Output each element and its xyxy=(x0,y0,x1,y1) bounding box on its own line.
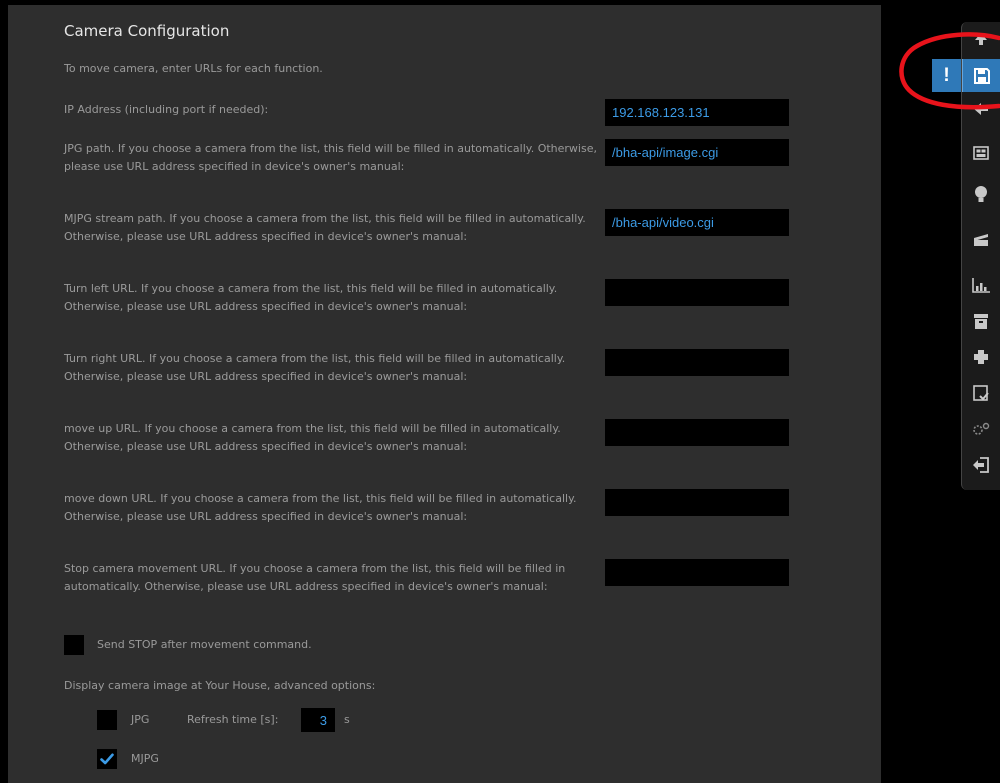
intro-text: To move camera, enter URLs for each func… xyxy=(64,62,323,75)
ip-address-input[interactable] xyxy=(605,99,789,126)
lighting-button[interactable] xyxy=(961,178,1000,211)
jpg-path-label: JPG path. If you choose a camera from th… xyxy=(64,142,597,173)
gallery-button[interactable] xyxy=(961,136,1000,169)
send-stop-checkbox[interactable] xyxy=(64,635,84,655)
logout-icon xyxy=(972,456,989,473)
send-stop-label: Send STOP after movement command. xyxy=(97,638,312,651)
statistics-button[interactable] xyxy=(961,268,1000,301)
jpg-option-label: JPG xyxy=(131,713,150,726)
display-options-heading: Display camera image at Your House, adva… xyxy=(64,679,376,692)
scenes-button[interactable] xyxy=(961,222,1000,255)
image-gallery-icon xyxy=(972,145,989,160)
puzzle-icon xyxy=(973,349,988,364)
page-title: Camera Configuration xyxy=(64,22,230,40)
stop-movement-label: Stop camera movement URL. If you choose … xyxy=(64,562,566,593)
calendar-check-icon xyxy=(972,384,989,401)
schedule-button[interactable] xyxy=(961,376,1000,409)
settings-button[interactable] xyxy=(961,412,1000,445)
jpg-path-input[interactable] xyxy=(605,139,789,166)
refresh-time-label: Refresh time [s]: xyxy=(187,713,279,726)
move-up-input[interactable] xyxy=(605,419,789,446)
mjpg-checkbox[interactable] xyxy=(97,749,117,769)
clapperboard-icon xyxy=(973,233,988,246)
move-down-label: move down URL. If you choose a camera fr… xyxy=(64,492,577,523)
turn-right-input[interactable] xyxy=(605,349,789,376)
refresh-time-input[interactable] xyxy=(301,708,335,732)
refresh-unit-label: s xyxy=(344,713,350,726)
check-icon xyxy=(100,753,114,765)
stop-movement-input[interactable] xyxy=(605,559,789,586)
mjpg-option-label: MJPG xyxy=(131,752,159,765)
turn-left-input[interactable] xyxy=(605,279,789,306)
mjpg-path-label: MJPG stream path. If you choose a camera… xyxy=(64,212,586,243)
bulb-icon xyxy=(974,185,987,202)
turn-left-label: Turn left URL. If you choose a camera fr… xyxy=(64,282,558,313)
jpg-checkbox[interactable] xyxy=(97,710,117,730)
archive-box-icon xyxy=(973,313,988,329)
mjpg-path-input[interactable] xyxy=(605,209,789,236)
move-down-input[interactable] xyxy=(605,489,789,516)
gears-icon xyxy=(972,422,989,435)
logout-button[interactable] xyxy=(961,448,1000,481)
move-up-label: move up URL. If you choose a camera from… xyxy=(64,422,561,453)
turn-right-label: Turn right URL. If you choose a camera f… xyxy=(64,352,566,383)
plugins-button[interactable] xyxy=(961,340,1000,373)
bar-chart-icon xyxy=(971,277,990,293)
archive-button[interactable] xyxy=(961,304,1000,337)
red-annotation-circle xyxy=(899,32,1000,110)
ip-address-label: IP Address (including port if needed): xyxy=(64,103,269,116)
